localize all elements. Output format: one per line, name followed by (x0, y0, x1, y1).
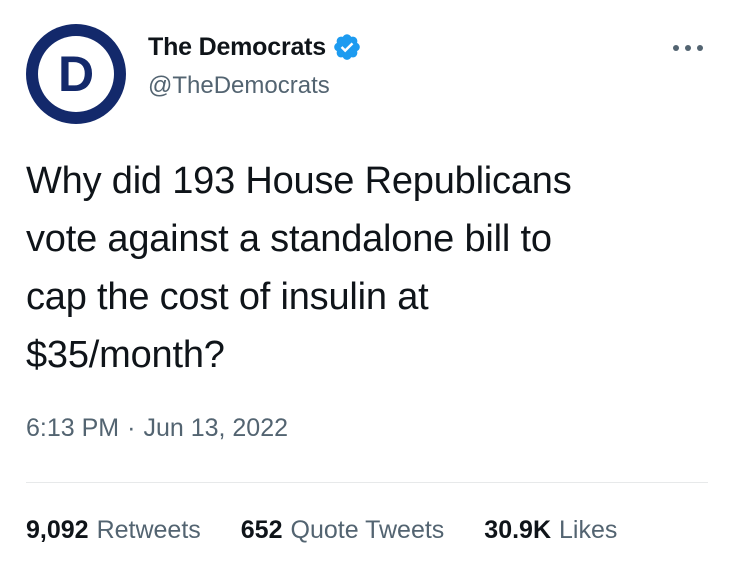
likes-stat[interactable]: 30.9K Likes (484, 516, 617, 545)
display-name[interactable]: The Democrats (148, 33, 326, 62)
quote-tweets-stat[interactable]: 652 Quote Tweets (241, 516, 445, 545)
divider (26, 482, 708, 483)
timestamp-separator: · (127, 414, 136, 442)
likes-count: 30.9K (484, 516, 552, 544)
tweet-text: Why did 193 House Republicans vote again… (26, 160, 572, 376)
avatar[interactable]: D (26, 24, 126, 124)
avatar-letter: D (58, 46, 94, 102)
tweet-date[interactable]: Jun 13, 2022 (143, 414, 288, 443)
name-row: The Democrats (148, 30, 362, 64)
verified-badge-icon (334, 34, 360, 60)
likes-label: Likes (559, 516, 618, 544)
quote-tweets-label: Quote Tweets (290, 516, 445, 544)
tweet-time[interactable]: 6:13 PM (26, 414, 119, 443)
author-block[interactable]: The Democrats @TheDemocrats (148, 30, 362, 100)
retweets-label: Retweets (96, 516, 201, 544)
handle[interactable]: @TheDemocrats (148, 72, 362, 100)
more-options-icon[interactable] (670, 42, 706, 54)
timestamp[interactable]: 6:13 PM · Jun 13, 2022 (26, 414, 288, 443)
quote-tweets-count: 652 (240, 516, 283, 544)
retweets-count: 9,092 (26, 516, 89, 544)
tweet-card: D The Democrats @TheDemocrats Why did 19… (0, 0, 734, 584)
retweets-stat[interactable]: 9,092 Retweets (26, 516, 201, 545)
engagement-stats: 9,092 Retweets 652 Quote Tweets 30.9K Li… (26, 516, 617, 545)
